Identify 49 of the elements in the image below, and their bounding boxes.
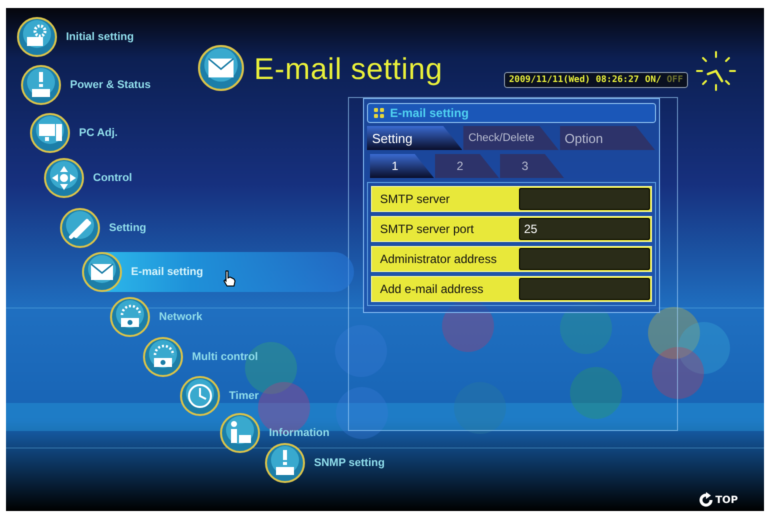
hand-cursor-icon — [222, 270, 236, 288]
faded-bubble — [652, 347, 704, 399]
menu-item[interactable]: SNMP setting — [265, 443, 385, 483]
faded-bubble — [454, 382, 506, 434]
top-button[interactable]: TOP — [698, 492, 738, 508]
input-field[interactable] — [519, 248, 650, 270]
faded-bubble — [570, 367, 622, 419]
input-field[interactable] — [519, 188, 650, 210]
warning-icon — [21, 65, 61, 105]
input-field[interactable] — [519, 278, 650, 300]
clock-icon — [180, 376, 220, 416]
computer-icon — [30, 113, 70, 153]
dots-icon — [374, 108, 384, 118]
projector-icon — [110, 297, 150, 337]
info-icon — [220, 413, 260, 453]
menu-item[interactable]: Multi control — [143, 337, 258, 377]
input-field[interactable]: 25 — [519, 218, 650, 240]
menu-item[interactable]: Setting — [60, 208, 146, 248]
warning-icon — [265, 443, 305, 483]
faded-bubble — [335, 325, 387, 377]
projector-icon — [143, 337, 183, 377]
field-label: Add e-mail address — [379, 281, 484, 298]
field-label: SMTP server port — [379, 221, 475, 238]
page-tab[interactable]: 2 — [435, 154, 499, 178]
page-tab[interactable]: 3 — [500, 154, 564, 178]
menu-item[interactable]: Network — [110, 297, 202, 337]
field-label: Administrator address — [379, 251, 498, 268]
panel-title: E-mail setting — [390, 106, 469, 120]
faded-bubble — [336, 387, 388, 439]
menu-item[interactable]: PC Adj. — [30, 113, 118, 153]
menu-item[interactable]: Initial setting — [17, 17, 134, 57]
menu-item[interactable]: Timer — [180, 376, 259, 416]
menu-item[interactable]: Control — [44, 158, 132, 198]
tab[interactable]: Check/Delete — [463, 126, 559, 150]
tools-icon — [60, 208, 100, 248]
faded-bubble — [678, 322, 730, 374]
tab[interactable]: Option — [560, 126, 655, 150]
field-label: SMTP server — [379, 191, 451, 208]
gear-icon — [17, 17, 57, 57]
envelope-icon — [82, 252, 122, 292]
arrows-icon — [44, 158, 84, 198]
page-tab[interactable]: 1 — [370, 154, 434, 178]
menu-item[interactable]: Power & Status — [21, 65, 151, 105]
refresh-icon — [698, 492, 714, 508]
tab[interactable]: Setting — [367, 126, 462, 150]
status-clock: 2009/11/11(Wed) 08:26:27 ON/ OFF — [504, 72, 688, 88]
envelope-icon — [198, 45, 244, 91]
clock-icon — [694, 49, 738, 93]
page-title: E-mail setting — [254, 55, 443, 85]
